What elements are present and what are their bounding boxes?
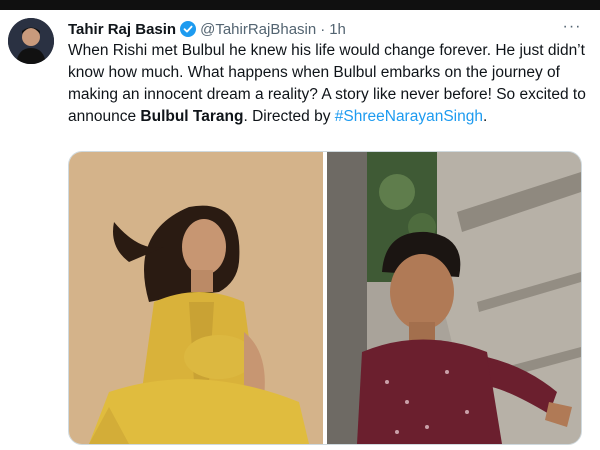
tweet-bold-title: Bulbul Tarang (140, 108, 244, 125)
author-handle[interactable]: @TahirRajBhasin (200, 21, 316, 38)
separator-dot: · (320, 20, 326, 38)
media-grid (68, 151, 582, 445)
photo-woman-yellow-outfit[interactable] (69, 152, 323, 444)
tweet-text: When Rishi met Bulbul he knew his life w… (68, 40, 588, 128)
tweet-header: Tahir Raj Basin @TahirRajBhasin · 1h (68, 18, 346, 40)
avatar[interactable] (8, 18, 54, 64)
photo-man-maroon-shirt[interactable] (327, 152, 581, 444)
author-name[interactable]: Tahir Raj Basin (68, 21, 176, 38)
tweet-text-part2: . Directed by (243, 108, 335, 125)
tweet-time[interactable]: 1h (329, 21, 346, 38)
tweet-text-end: . (482, 108, 488, 125)
verified-badge-icon (180, 21, 197, 37)
more-options-icon[interactable]: ··· (560, 16, 584, 38)
hashtag-link[interactable]: #ShreeNarayanSingh (335, 108, 483, 125)
top-bar (0, 0, 600, 10)
